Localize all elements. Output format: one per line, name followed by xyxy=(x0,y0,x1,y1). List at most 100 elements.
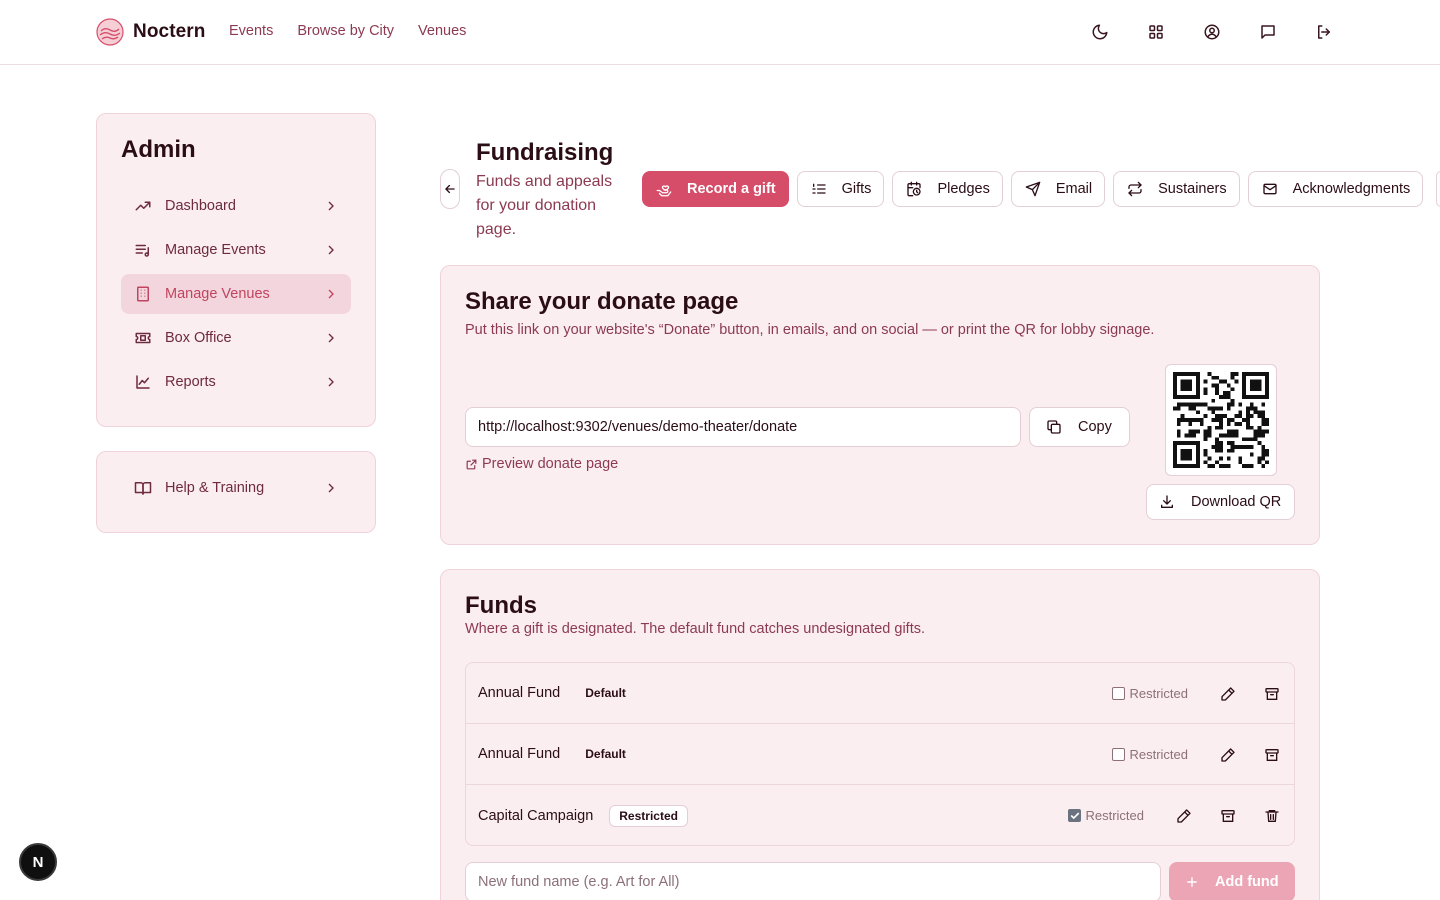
repeat-icon xyxy=(1126,180,1144,198)
dev-tools-badge[interactable]: N xyxy=(19,843,57,881)
list-music-icon xyxy=(133,240,153,260)
sidebar-item-label: Manage Events xyxy=(165,242,266,258)
restricted-toggle[interactable]: Restricted xyxy=(1068,808,1144,823)
tab-email[interactable]: Email xyxy=(1010,171,1106,207)
fund-row: Annual Fund Default Restricted xyxy=(466,663,1294,724)
download-label: Download QR xyxy=(1191,494,1282,510)
sidebar-item-help-training[interactable]: Help & Training xyxy=(121,468,351,508)
sidebar-item-dashboard[interactable]: Dashboard xyxy=(121,186,351,226)
tab-label: Email xyxy=(1055,181,1093,197)
arrow-left-icon xyxy=(445,184,455,194)
fund-row-actions: Restricted xyxy=(1112,663,1294,724)
share-description: Put this link on your website's “Donate”… xyxy=(465,322,1155,338)
preview-donate-link[interactable]: Preview donate page xyxy=(465,456,618,472)
tab-overflow[interactable] xyxy=(1436,171,1440,207)
restricted-checkbox[interactable] xyxy=(1112,748,1126,761)
sidebar-item-reports[interactable]: Reports xyxy=(121,362,351,402)
message-icon[interactable] xyxy=(1256,20,1280,44)
qr-code-image xyxy=(1173,372,1269,468)
tab-sustainers[interactable]: Sustainers xyxy=(1113,171,1240,207)
restricted-label: Restricted xyxy=(1129,747,1188,762)
archive-icon xyxy=(1265,687,1279,700)
sidebar-title: Admin xyxy=(121,136,196,163)
send-icon xyxy=(1024,180,1042,198)
fund-list: Annual Fund Default Restricted Annual Fu… xyxy=(465,662,1295,846)
sidebar-item-label: Manage Venues xyxy=(165,286,270,302)
page-title: Fundraising xyxy=(476,139,614,166)
restricted-label: Restricted xyxy=(1129,686,1188,701)
record-gift-button[interactable]: Record a gift xyxy=(642,171,789,207)
nav-icon-group xyxy=(1088,20,1336,44)
nav-link-browse-by-city[interactable]: Browse by City xyxy=(297,23,394,39)
nav-link-venues[interactable]: Venues xyxy=(418,23,466,39)
edit-fund-button[interactable] xyxy=(1162,796,1206,836)
tab-label: Acknowledgments xyxy=(1292,181,1411,197)
ticket-icon xyxy=(133,328,153,348)
chevron-right-icon xyxy=(328,201,334,211)
tab-label: Gifts xyxy=(841,181,872,197)
restricted-checkbox[interactable] xyxy=(1068,809,1082,822)
sidebar-item-label: Help & Training xyxy=(165,480,265,496)
new-fund-input[interactable] xyxy=(465,862,1161,900)
tab-label: Record a gift xyxy=(687,181,776,197)
copy-label: Copy xyxy=(1078,419,1112,435)
moon-icon[interactable] xyxy=(1088,20,1112,44)
mail-icon xyxy=(1261,180,1279,198)
copy-icon xyxy=(1047,420,1061,434)
copy-button[interactable]: Copy xyxy=(1029,407,1130,447)
restricted-label: Restricted xyxy=(1085,808,1144,823)
main-nav: Events Browse by City Venues xyxy=(229,23,466,39)
check-icon xyxy=(1070,812,1080,819)
sidebar-item-manage-events[interactable]: Manage Events xyxy=(121,230,351,270)
archive-fund-button[interactable] xyxy=(1206,796,1250,836)
default-badge: Default xyxy=(585,686,626,700)
tab-pledges[interactable]: Pledges xyxy=(892,171,1003,207)
tab-label: Sustainers xyxy=(1158,181,1227,197)
add-fund-button[interactable]: Add fund xyxy=(1169,862,1295,900)
grid-icon[interactable] xyxy=(1144,20,1168,44)
user-circle-icon[interactable] xyxy=(1200,20,1224,44)
share-title: Share your donate page xyxy=(465,288,739,315)
archive-fund-button[interactable] xyxy=(1250,735,1294,775)
edit-fund-button[interactable] xyxy=(1206,735,1250,775)
chevron-right-icon xyxy=(328,333,334,343)
back-button[interactable] xyxy=(440,169,460,209)
logout-icon[interactable] xyxy=(1312,20,1336,44)
restricted-toggle[interactable]: Restricted xyxy=(1112,686,1188,701)
archive-icon xyxy=(1265,748,1279,761)
archive-icon xyxy=(1221,809,1235,822)
trending-up-icon xyxy=(133,196,153,216)
chevron-right-icon xyxy=(328,483,334,493)
edit-fund-button[interactable] xyxy=(1206,674,1250,714)
download-qr-button[interactable]: Download QR xyxy=(1146,484,1295,520)
tab-gifts[interactable]: Gifts xyxy=(796,171,885,207)
pencil-icon xyxy=(1221,747,1235,762)
page-subtitle: Funds and appeals for your donation page… xyxy=(476,173,613,238)
sidebar-item-box-office[interactable]: Box Office xyxy=(121,318,351,358)
brand[interactable]: Noctern xyxy=(96,18,206,46)
delete-fund-button[interactable] xyxy=(1250,796,1294,836)
restricted-toggle[interactable]: Restricted xyxy=(1112,747,1188,762)
calendar-clock-icon xyxy=(905,180,923,198)
sidebar-item-manage-venues[interactable]: Manage Venues xyxy=(121,274,351,314)
preview-label: Preview donate page xyxy=(482,456,619,472)
archive-fund-button[interactable] xyxy=(1250,674,1294,714)
fund-row: Annual Fund Default Restricted xyxy=(466,724,1294,785)
sidebar-item-label: Reports xyxy=(165,374,216,390)
download-icon xyxy=(1161,495,1173,508)
chevron-right-icon xyxy=(328,289,334,299)
nav-link-events[interactable]: Events xyxy=(229,23,273,39)
donate-url-input[interactable] xyxy=(465,407,1021,447)
fund-row-actions: Restricted xyxy=(1112,724,1294,785)
help-card: Help & Training xyxy=(96,451,376,533)
fund-row: Capital Campaign Restricted Restricted xyxy=(466,785,1294,845)
line-chart-icon xyxy=(133,372,153,392)
qr-code xyxy=(1165,364,1277,476)
noctern-logo-icon xyxy=(96,18,124,46)
tab-acknowledgments[interactable]: Acknowledgments xyxy=(1247,171,1424,207)
add-fund-label: Add fund xyxy=(1215,874,1279,890)
top-nav: Noctern Events Browse by City Venues xyxy=(0,0,1440,65)
funds-description: Where a gift is designated. The default … xyxy=(465,621,925,637)
plus-icon xyxy=(1187,877,1197,887)
restricted-checkbox[interactable] xyxy=(1112,687,1126,700)
